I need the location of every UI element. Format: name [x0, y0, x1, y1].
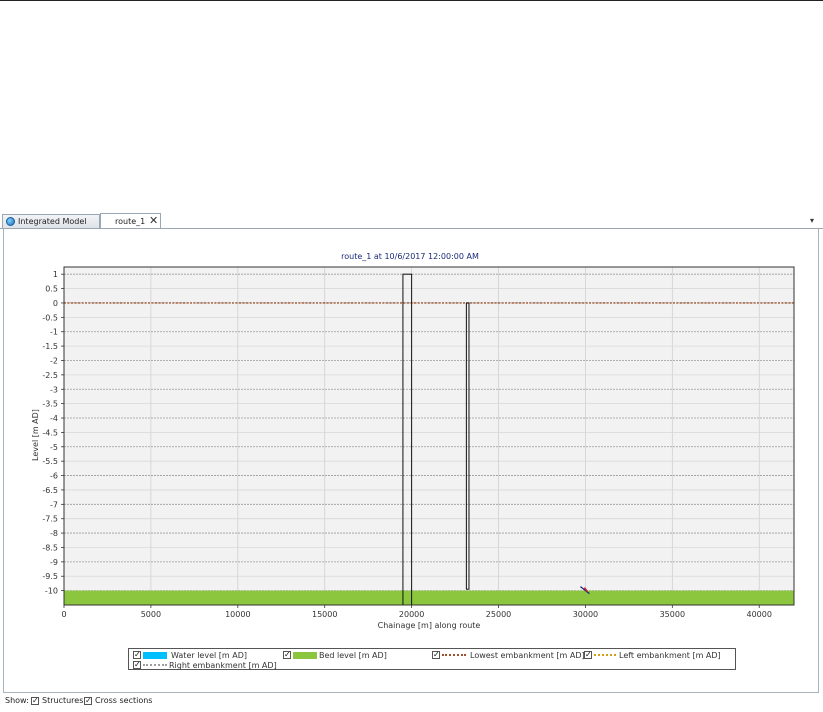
x-tick-label: 15000	[312, 610, 337, 619]
tab-integrated-model-label: Integrated Model	[18, 217, 87, 226]
x-tick-label: 35000	[660, 610, 685, 619]
y-tick-label: -9.5	[42, 572, 58, 581]
y-tick-label: 1	[53, 270, 58, 279]
bed-level-band	[64, 590, 794, 605]
y-tick-label: -5	[50, 443, 58, 452]
tab-integrated-model[interactable]: Integrated Model	[2, 214, 100, 228]
x-tick-label: 5000	[141, 610, 161, 619]
y-tick-label: -1	[50, 328, 58, 337]
legend-item-left-embankment[interactable]: ✓ Left embankment [m AD]	[584, 650, 734, 661]
legend-checkbox-lowest-embankment[interactable]: ✓	[432, 651, 440, 659]
y-tick-label: -6.5	[42, 486, 58, 495]
right-embankment-swatch	[143, 664, 167, 666]
y-tick-label: -6	[50, 472, 58, 481]
chevron-down-icon[interactable]: ▾	[810, 216, 819, 225]
y-tick-label: -1.5	[42, 342, 58, 351]
lowest-embankment-swatch	[442, 654, 466, 656]
y-tick-label: 0	[53, 299, 58, 308]
chart-title: route_1 at 10/6/2017 12:00:00 AM	[341, 252, 479, 261]
x-tick-label: 30000	[573, 610, 598, 619]
footer-bar: Show: ✓ Structures ✓ Cross sections	[0, 694, 823, 708]
x-tick-label: 25000	[486, 610, 511, 619]
y-tick-label: -7.5	[42, 515, 58, 524]
x-tick-label: 20000	[399, 610, 424, 619]
structures-checkbox[interactable]: ✓	[31, 697, 39, 705]
chart-panel: 0 5000 10000 15000 20000 25000 30000 35000 40000…	[3, 229, 819, 693]
legend-label-left-embankment: Left embankment [m AD]	[619, 651, 721, 660]
y-tick-label: -7	[50, 500, 58, 509]
top-divider	[0, 0, 823, 1]
legend-checkbox-right-embankment[interactable]: ✓	[133, 661, 141, 669]
water-level-swatch	[143, 652, 167, 659]
chart-legend: ✓ Water level [m AD] ✓ Bed level [m AD] …	[128, 648, 736, 670]
legend-item-lowest-embankment[interactable]: ✓ Lowest embankment [m AD]	[432, 650, 585, 661]
y-tick-label: -4	[50, 414, 58, 423]
x-tick-label: 10000	[225, 610, 250, 619]
y-axis-label: Level [m AD]	[31, 409, 40, 461]
y-tick-label: -0.5	[42, 313, 58, 322]
legend-label-right-embankment: Right embankment [m AD]	[169, 661, 277, 670]
y-tick-label: -8	[50, 529, 58, 538]
route-profile-chart: 0 5000 10000 15000 20000 25000 30000 35000 40000…	[31, 252, 795, 630]
y-tick-label: -10	[45, 587, 58, 596]
bed-level-swatch	[293, 652, 317, 659]
tab-route[interactable]: route_1 ✕	[100, 213, 161, 229]
legend-checkbox-water-level[interactable]: ✓	[133, 651, 141, 659]
cross-sections-label[interactable]: Cross sections	[95, 694, 152, 708]
globe-icon	[6, 217, 15, 226]
tab-route-label: route_1	[115, 217, 146, 226]
y-tick-label: -5.5	[42, 457, 58, 466]
y-tick-label: -3.5	[42, 400, 58, 409]
y-tick-label: 0.5	[45, 285, 58, 294]
y-tick-label: -9	[50, 558, 58, 567]
legend-label-bed-level: Bed level [m AD]	[319, 651, 387, 660]
y-tick-label: -8.5	[42, 543, 58, 552]
legend-item-bed-level[interactable]: ✓ Bed level [m AD]	[283, 650, 433, 661]
show-label: Show:	[5, 696, 29, 705]
legend-checkbox-left-embankment[interactable]: ✓	[584, 651, 592, 659]
structures-label[interactable]: Structures	[42, 694, 83, 708]
y-tick-label: -3	[50, 385, 58, 394]
legend-item-right-embankment[interactable]: ✓ Right embankment [m AD]	[133, 660, 293, 671]
y-tick-label: -2.5	[42, 371, 58, 380]
left-embankment-swatch	[594, 654, 616, 656]
y-tick-label: -2	[50, 356, 58, 365]
x-axis-label: Chainage [m] along route	[378, 621, 481, 630]
cross-sections-checkbox[interactable]: ✓	[84, 697, 92, 705]
close-icon[interactable]: ✕	[149, 214, 158, 228]
x-tick-label: 40000	[747, 610, 772, 619]
y-tick-label: -4.5	[42, 428, 58, 437]
x-tick-label: 0	[61, 610, 66, 619]
legend-checkbox-bed-level[interactable]: ✓	[283, 651, 291, 659]
legend-label-lowest-embankment: Lowest embankment [m AD]	[470, 651, 585, 660]
